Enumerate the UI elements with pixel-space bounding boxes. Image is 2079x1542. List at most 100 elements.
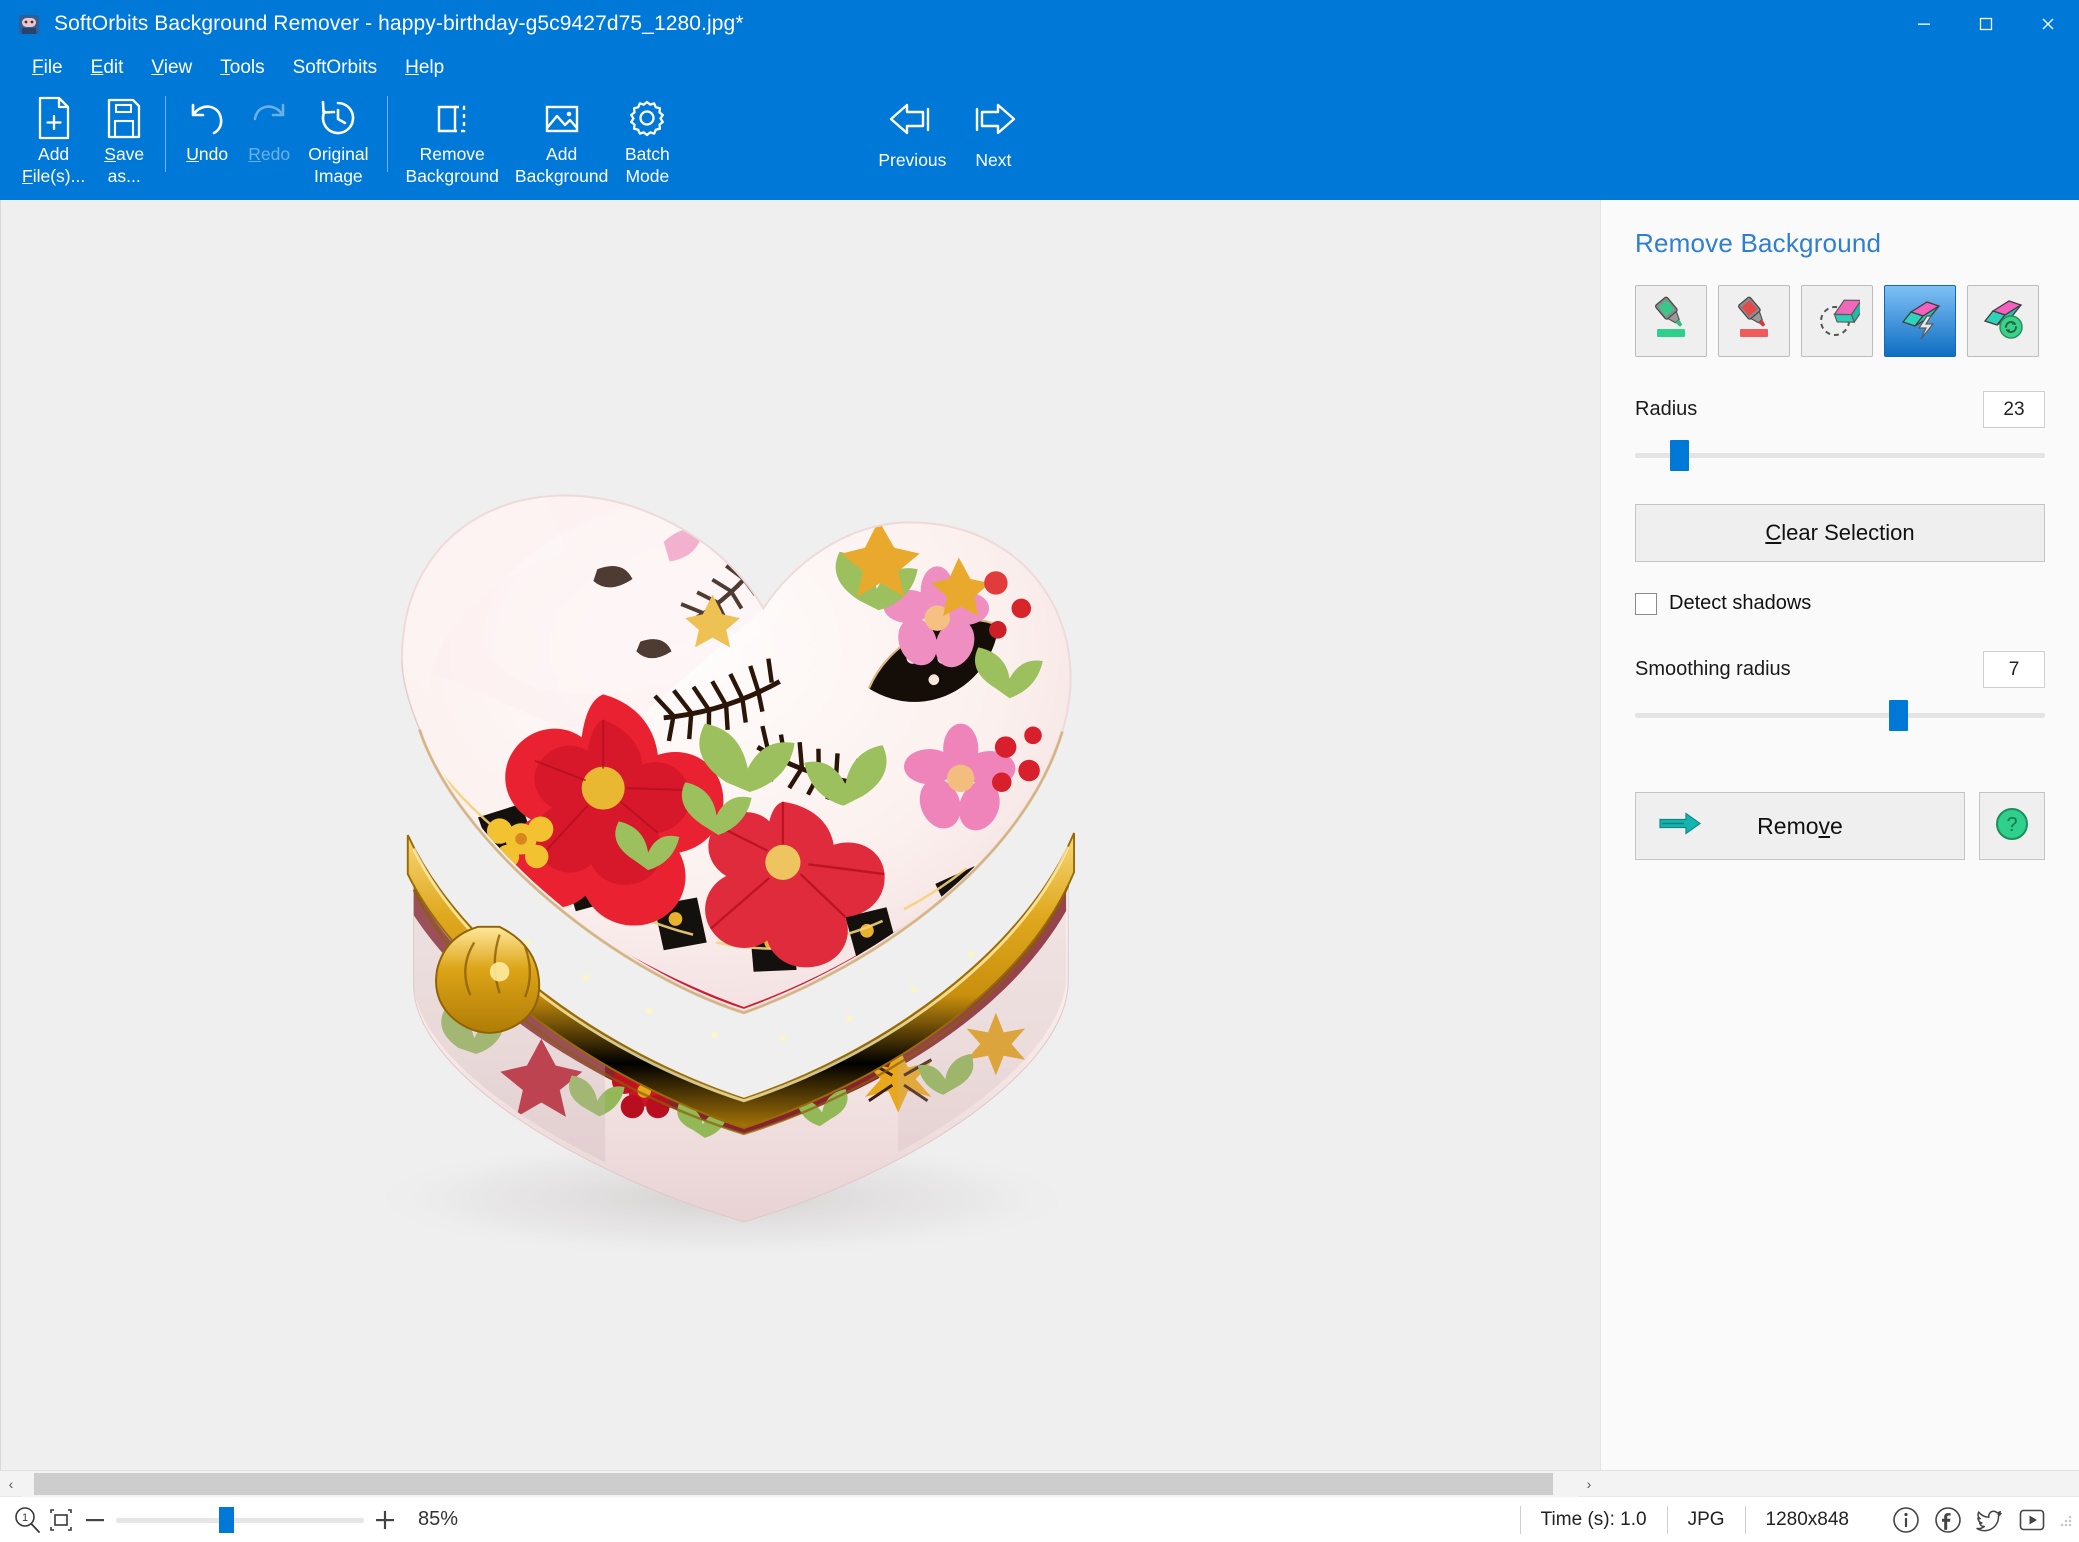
green-marker-icon bbox=[1648, 296, 1694, 347]
social-links bbox=[1887, 1501, 2051, 1539]
menu-label-tools: ools bbox=[229, 57, 265, 78]
info-circle-icon[interactable] bbox=[1887, 1501, 1925, 1539]
menu-label-help: elp bbox=[418, 57, 445, 78]
detect-shadows-label: Detect shadows bbox=[1669, 592, 1812, 614]
toolbar-label-mode: Mode bbox=[625, 166, 670, 186]
main-toolbar: Add File(s)... Save as... Undo Redo Orig… bbox=[0, 88, 2079, 200]
toolbar-save-as-button[interactable]: Save as... bbox=[93, 88, 155, 186]
undo-arrow-icon bbox=[184, 94, 230, 142]
radius-slider[interactable] bbox=[1635, 440, 2045, 471]
toolbar-label-undo: ndo bbox=[198, 144, 229, 164]
toolbar-original-image-button[interactable]: Original Image bbox=[300, 88, 376, 186]
detect-shadows-row[interactable]: Detect shadows bbox=[1635, 592, 2045, 615]
radius-value-field[interactable]: 23 bbox=[1983, 391, 2045, 428]
scrollbar-track[interactable] bbox=[22, 1470, 1578, 1497]
scroll-left-arrow[interactable]: ‹ bbox=[0, 1471, 22, 1497]
red-marker-icon bbox=[1731, 296, 1777, 347]
tool-mark-keep-button[interactable] bbox=[1635, 285, 1707, 357]
green-question-icon: ? bbox=[1992, 804, 2032, 849]
close-button[interactable] bbox=[2017, 0, 2079, 48]
menu-item-tools[interactable]: Tools bbox=[206, 54, 278, 82]
toolbar-separator-2 bbox=[386, 96, 388, 172]
picture-icon bbox=[539, 94, 585, 142]
toolbar-redo-button[interactable]: Redo bbox=[238, 88, 300, 164]
zoom-slider-thumb[interactable] bbox=[219, 1506, 234, 1533]
status-dimensions: 1280x848 bbox=[1744, 1505, 1869, 1534]
menu-item-edit[interactable]: Edit bbox=[77, 54, 138, 82]
toolbar-undo-button[interactable]: Undo bbox=[176, 88, 238, 164]
toolbar-next-button[interactable]: Next bbox=[956, 88, 1030, 171]
toolbar-label-save: ave bbox=[115, 144, 145, 164]
help-button[interactable]: ? bbox=[1979, 792, 2045, 860]
toolbar-label-files: ile(s)... bbox=[32, 166, 86, 186]
zoom-1to1-icon[interactable]: 1 bbox=[10, 1503, 44, 1537]
menu-label-file: ile bbox=[43, 57, 63, 78]
toolbar-add-background-button[interactable]: Add Background bbox=[507, 88, 616, 186]
radius-row: Radius 23 bbox=[1635, 391, 2045, 428]
menu-bar: File Edit View Tools SoftOrbits Help bbox=[0, 48, 2079, 88]
toolbar-label-removebg: Background bbox=[405, 166, 499, 186]
toolbar-previous-button[interactable]: Previous bbox=[868, 88, 956, 171]
toolbar-label-addbg: Background bbox=[514, 166, 609, 186]
toolbar-label-previous: Previous bbox=[878, 150, 947, 170]
image-canvas[interactable] bbox=[0, 200, 1600, 1470]
radius-slider-track bbox=[1635, 453, 2045, 458]
redo-arrow-icon bbox=[246, 94, 292, 142]
zoom-slider-track bbox=[116, 1517, 364, 1523]
menu-item-file[interactable]: File bbox=[18, 54, 77, 82]
menu-label-edit: dit bbox=[103, 57, 124, 78]
smoothing-radius-row: Smoothing radius 7 bbox=[1635, 651, 2045, 688]
clear-selection-button[interactable]: Clear Selection bbox=[1635, 504, 2045, 562]
remove-background-panel: Remove Background Radius 23 Clear Select… bbox=[1600, 200, 2079, 1470]
smoothing-radius-label: Smoothing radius bbox=[1635, 658, 1791, 680]
smoothing-radius-slider[interactable] bbox=[1635, 700, 2045, 731]
tool-auto-magic-button[interactable] bbox=[1884, 285, 1956, 357]
status-bar: 1 85% Time (s): 1.0 JPG 1280x848 bbox=[0, 1496, 2079, 1542]
eraser-icon bbox=[1814, 296, 1865, 347]
floppy-disk-icon bbox=[103, 94, 145, 142]
minimize-button[interactable] bbox=[1893, 0, 1955, 48]
facebook-icon[interactable] bbox=[1929, 1501, 1967, 1539]
menu-label-view: iew bbox=[163, 57, 193, 78]
window-title: SoftOrbits Background Remover - happy-bi… bbox=[54, 12, 744, 35]
toolbar-label-original: Original bbox=[308, 144, 369, 164]
arrow-right-bar-icon bbox=[966, 96, 1020, 144]
app-logo-icon bbox=[16, 11, 42, 37]
toolbar-add-files-button[interactable]: Add File(s)... bbox=[14, 88, 93, 186]
zoom-slider[interactable] bbox=[116, 1503, 364, 1537]
gear-icon bbox=[624, 94, 670, 142]
layers-refresh-icon bbox=[1980, 296, 2026, 347]
zoom-in-button[interactable] bbox=[368, 1503, 402, 1537]
scroll-right-arrow[interactable]: › bbox=[1578, 1471, 1600, 1497]
menu-item-softorbits[interactable]: SoftOrbits bbox=[279, 54, 391, 82]
smoothing-slider-thumb[interactable] bbox=[1889, 700, 1908, 731]
menu-item-view[interactable]: View bbox=[137, 54, 206, 82]
canvas-horizontal-scrollbar[interactable]: ‹ › bbox=[0, 1470, 2079, 1497]
resize-grip[interactable] bbox=[2057, 1512, 2073, 1528]
radius-slider-thumb[interactable] bbox=[1670, 440, 1689, 471]
radius-label: Radius bbox=[1635, 398, 1698, 420]
arrow-left-bar-icon bbox=[885, 96, 939, 144]
toolbar-batch-mode-button[interactable]: Batch Mode bbox=[616, 88, 678, 186]
detect-shadows-checkbox[interactable] bbox=[1635, 592, 1657, 615]
maximize-button[interactable] bbox=[1955, 0, 2017, 48]
toolbar-label-add: Add bbox=[38, 144, 70, 164]
remove-button[interactable]: Remove bbox=[1635, 792, 1965, 860]
dashed-square-icon bbox=[429, 94, 475, 142]
menu-item-help[interactable]: Help bbox=[391, 54, 458, 82]
svg-text:1: 1 bbox=[22, 1512, 28, 1524]
twitter-bird-icon[interactable] bbox=[1971, 1501, 2009, 1539]
toolbar-separator-1 bbox=[165, 96, 167, 172]
smoothing-slider-track bbox=[1635, 713, 2045, 718]
tool-button-row bbox=[1635, 285, 2045, 357]
tool-mark-remove-button[interactable] bbox=[1718, 285, 1790, 357]
fit-to-window-icon[interactable] bbox=[44, 1503, 78, 1537]
toolbar-label-as: as... bbox=[107, 166, 141, 186]
smoothing-radius-value-field[interactable]: 7 bbox=[1983, 651, 2045, 688]
scrollbar-thumb[interactable] bbox=[34, 1472, 1553, 1495]
tool-restore-button[interactable] bbox=[1967, 285, 2039, 357]
tool-eraser-button[interactable] bbox=[1801, 285, 1873, 357]
zoom-out-button[interactable] bbox=[78, 1503, 112, 1537]
toolbar-remove-background-button[interactable]: Remove Background bbox=[398, 88, 507, 186]
youtube-play-icon[interactable] bbox=[2013, 1501, 2051, 1539]
